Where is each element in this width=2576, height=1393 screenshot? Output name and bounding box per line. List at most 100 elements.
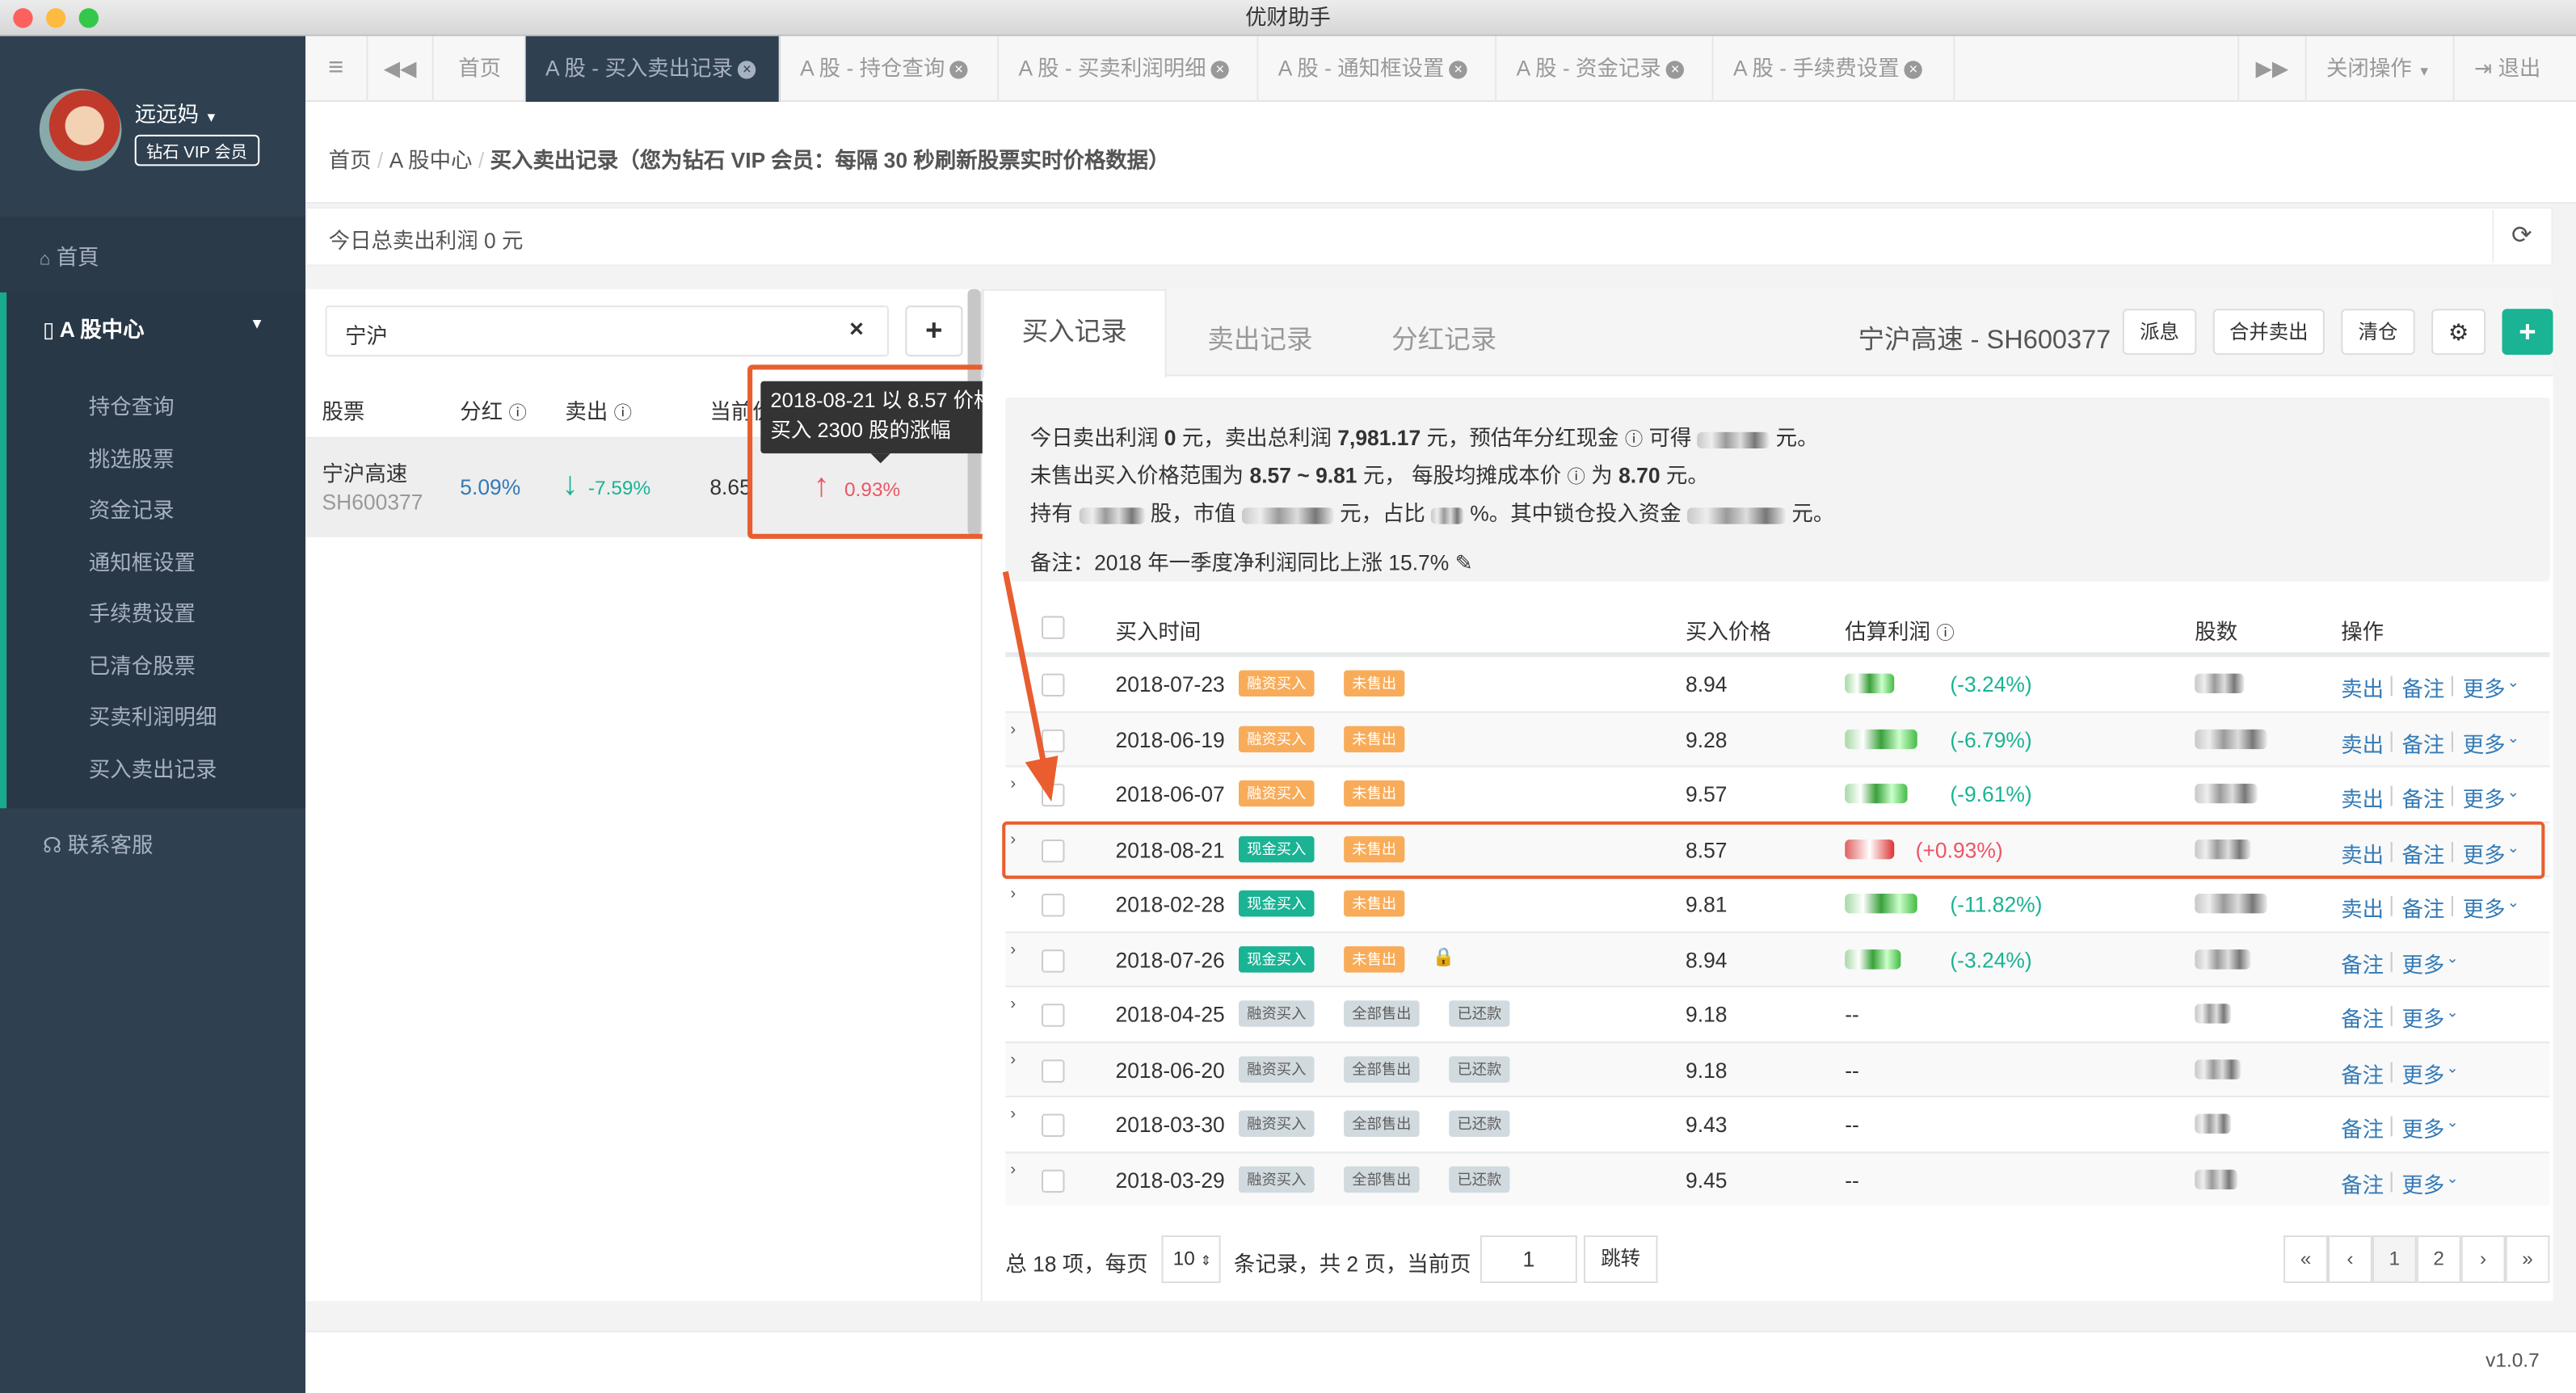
table-row[interactable]: › 2018-03-30 融资买入 全部售出 已还款 9.43 -- 备注 | 更多 ⌄ — [1005, 1096, 2550, 1150]
expand-icon[interactable]: › — [1010, 886, 1016, 903]
tab-funds[interactable]: A 股 - 资金记录 × — [1496, 36, 1714, 103]
refresh-icon[interactable]: ⟳ — [2492, 210, 2549, 263]
close-window-button[interactable] — [13, 8, 33, 28]
prev-page-button[interactable]: ‹ — [2327, 1235, 2372, 1283]
row-op-link[interactable]: 更多 — [2401, 1112, 2444, 1143]
tab-buy-sell-records[interactable]: A 股 - 买入卖出记录 × — [525, 36, 781, 103]
row-op-link[interactable]: 更多 — [2463, 727, 2506, 759]
row-op-link[interactable]: 备注 — [2401, 727, 2444, 759]
sidebar-item-notify[interactable]: 通知框设置 — [89, 537, 217, 588]
table-row[interactable]: › 2018-06-07 融资买入 未售出 9.57 (-9.61%) 卖出 | 备注 | 更多 ⌄ — [1005, 765, 2550, 819]
add-stock-button[interactable]: + — [905, 305, 963, 357]
row-checkbox[interactable] — [1042, 949, 1065, 972]
row-op-link[interactable]: 备注 — [2341, 1112, 2384, 1143]
row-op-link[interactable]: 更多 — [2463, 782, 2506, 814]
sidebar-item-buy-sell-records[interactable]: 买入卖出记录 — [89, 743, 217, 795]
expand-icon[interactable]: › — [1010, 1050, 1016, 1068]
row-checkbox[interactable] — [1042, 1113, 1065, 1137]
row-op-link[interactable]: 更多 — [2401, 1002, 2444, 1033]
close-icon[interactable]: × — [1449, 61, 1467, 79]
sidebar-item-pick-stocks[interactable]: 挑选股票 — [89, 433, 217, 485]
add-record-button[interactable]: + — [2502, 309, 2553, 356]
scroll-right-icon[interactable]: ▶▶ — [2237, 36, 2307, 103]
header-dividend[interactable]: 分红 ⓘ — [460, 394, 527, 426]
dividend-button[interactable]: 派息 — [2122, 309, 2197, 356]
tab-sell-records[interactable]: 卖出记录 — [1207, 317, 1312, 356]
first-page-button[interactable]: « — [2283, 1235, 2328, 1283]
row-checkbox[interactable] — [1042, 894, 1065, 917]
row-checkbox[interactable] — [1042, 1058, 1065, 1082]
row-op-link[interactable]: 卖出 — [2341, 892, 2384, 924]
tab-dividend-records[interactable]: 分红记录 — [1391, 317, 1496, 356]
sidebar-item-fees[interactable]: 手续费设置 — [89, 588, 217, 640]
table-row[interactable]: › 2018-06-19 融资买入 未售出 9.28 (-6.79%) 卖出 | 备注 | 更多 ⌄ — [1005, 710, 2550, 765]
row-op-link[interactable]: 更多 — [2401, 1168, 2444, 1199]
row-checkbox[interactable] — [1042, 1004, 1065, 1027]
row-op-link[interactable]: 备注 — [2341, 1057, 2384, 1088]
close-icon[interactable]: × — [1210, 61, 1230, 79]
scroll-left-icon[interactable]: ◀◀ — [368, 36, 434, 103]
row-checkbox[interactable] — [1042, 1168, 1065, 1193]
menu-toggle-icon[interactable]: ≡ — [305, 36, 368, 103]
row-op-link[interactable]: 更多 — [2463, 892, 2506, 924]
page-1-button[interactable]: 1 — [2372, 1235, 2417, 1283]
next-page-button[interactable]: › — [2460, 1235, 2506, 1283]
sidebar-item-holdings[interactable]: 持仓查询 — [89, 381, 217, 433]
table-row[interactable]: › 2018-03-29 融资买入 全部售出 已还款 9.45 -- 备注 | 更多 ⌄ — [1005, 1151, 2550, 1206]
expand-icon[interactable]: › — [1010, 995, 1016, 1013]
row-op-link[interactable]: 卖出 — [2341, 672, 2384, 704]
breadcrumb-home[interactable]: 首页 — [329, 148, 372, 172]
merge-sell-button[interactable]: 合并卖出 — [2212, 309, 2325, 356]
clear-search-icon[interactable]: × — [849, 315, 864, 343]
tab-notify[interactable]: A 股 - 通知框设置 × — [1258, 36, 1497, 103]
nav-a-stock-center[interactable]: ▯ A 股中心 — [43, 312, 145, 343]
close-ops-dropdown[interactable]: 关闭操作 ▼ — [2307, 36, 2455, 103]
row-op-link[interactable]: 备注 — [2401, 782, 2444, 814]
expand-icon[interactable]: › — [1010, 941, 1016, 958]
row-op-link[interactable]: 备注 — [2401, 892, 2444, 924]
breadcrumb-center[interactable]: A 股中心 — [389, 148, 473, 172]
clear-position-button[interactable]: 清仓 — [2341, 309, 2415, 356]
row-op-link[interactable]: 更多 — [2463, 672, 2506, 704]
tab-buy-records[interactable]: 买入记录 — [982, 288, 1167, 378]
sidebar-item-funds[interactable]: 资金记录 — [89, 485, 217, 537]
row-op-link[interactable]: 更多 — [2401, 947, 2444, 978]
table-row[interactable]: › 2018-07-26 现金买入 未售出 🔒 8.94 (-3.24%) 备注 | 更多 ⌄ — [1005, 930, 2550, 985]
per-page-select[interactable]: 10 ⇕ — [1161, 1235, 1221, 1283]
table-row[interactable]: › 2018-06-20 融资买入 全部售出 已还款 9.18 -- 备注 | 更多 ⌄ — [1005, 1041, 2550, 1096]
row-op-link[interactable]: 卖出 — [2341, 727, 2384, 759]
table-row[interactable]: › 2018-04-25 融资买入 全部售出 已还款 9.18 -- 备注 | 更多 ⌄ — [1005, 985, 2550, 1040]
tab-fees[interactable]: A 股 - 手续费设置 × — [1714, 36, 1955, 103]
nav-home[interactable]: ⌂ 首頁 — [40, 240, 99, 271]
expand-icon[interactable]: › — [1010, 1105, 1016, 1123]
close-icon[interactable]: × — [738, 61, 756, 79]
tab-holdings[interactable]: A 股 - 持仓查询 × — [781, 36, 1000, 103]
minimize-window-button[interactable] — [45, 8, 66, 28]
avatar[interactable] — [39, 88, 122, 171]
close-icon[interactable]: × — [1665, 61, 1685, 79]
row-op-link[interactable]: 备注 — [2341, 1002, 2384, 1033]
page-input[interactable]: 1 — [1480, 1235, 1577, 1283]
gear-icon[interactable]: ⚙ — [2431, 309, 2486, 356]
maximize-window-button[interactable] — [78, 8, 99, 28]
last-page-button[interactable]: » — [2505, 1235, 2550, 1283]
logout-button[interactable]: ⇥ 退出 — [2455, 36, 2576, 102]
nav-contact[interactable]: ☊ 联系客服 — [43, 828, 154, 860]
close-icon[interactable]: × — [1904, 61, 1923, 79]
sidebar-item-profit-detail[interactable]: 买卖利润明细 — [89, 692, 217, 743]
row-op-link[interactable]: 备注 — [2341, 947, 2384, 978]
edit-icon[interactable]: ✎ — [1455, 550, 1473, 574]
row-op-link[interactable]: 更多 — [2401, 1057, 2444, 1088]
header-sell[interactable]: 卖出 ⓘ — [565, 394, 632, 426]
expand-icon[interactable]: › — [1010, 1160, 1016, 1178]
page-2-button[interactable]: 2 — [2416, 1235, 2461, 1283]
close-icon[interactable]: × — [949, 61, 968, 79]
tab-profit-detail[interactable]: A 股 - 买卖利润明细 × — [999, 36, 1259, 103]
user-menu[interactable]: 远远妈 ▼ — [135, 97, 218, 128]
tab-home[interactable]: 首页 — [434, 36, 526, 103]
table-row[interactable]: › 2018-02-28 现金买入 未售出 9.81 (-11.82%) 卖出 | 备注 | 更多 ⌄ — [1005, 875, 2550, 930]
row-op-link[interactable]: 备注 — [2401, 672, 2444, 704]
table-row[interactable]: 2018-07-23 融资买入 未售出 8.94 (-3.24%) 卖出 | 备注 | 更多 ⌄ — [1005, 655, 2550, 709]
row-op-link[interactable]: 卖出 — [2341, 782, 2384, 814]
jump-button[interactable]: 跳转 — [1583, 1235, 1658, 1283]
